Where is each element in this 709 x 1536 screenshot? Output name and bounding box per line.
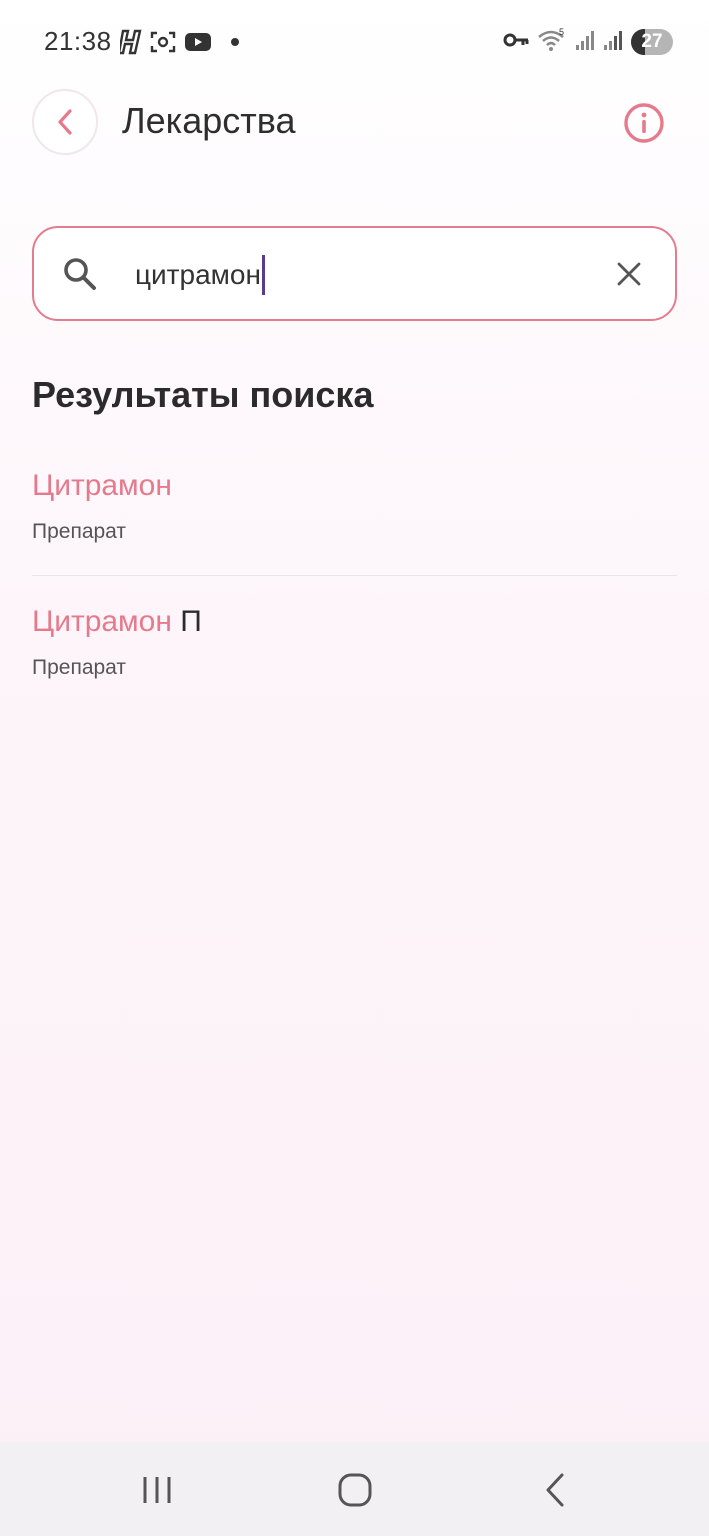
search-input-value: цитрамон — [135, 259, 261, 290]
battery-icon: 27 — [631, 29, 673, 55]
home-button[interactable] — [330, 1470, 380, 1510]
result-title-rest: П — [171, 605, 202, 638]
signal-icon — [575, 29, 595, 56]
search-field[interactable]: цитрамон — [32, 226, 677, 321]
result-subtitle: Препарат — [32, 520, 127, 543]
chevron-left-icon — [58, 109, 72, 135]
svg-text:5: 5 — [559, 27, 564, 37]
result-title: Цитрамон — [32, 466, 677, 506]
search-icon — [60, 254, 100, 294]
clear-search-button[interactable] — [611, 256, 647, 292]
wifi-icon: 5 — [537, 27, 567, 58]
list-item[interactable]: Цитрамон Препарат — [32, 466, 677, 576]
status-notification-icons — [120, 28, 240, 56]
search-input[interactable]: цитрамон — [135, 255, 265, 295]
text-caret — [261, 255, 265, 295]
results-heading: Результаты поиска — [32, 374, 374, 415]
home-icon — [338, 1473, 372, 1507]
youtube-icon — [184, 31, 212, 53]
info-icon — [624, 103, 664, 143]
result-title-match: Цитрамон — [32, 605, 172, 638]
h-app-icon — [120, 29, 142, 55]
status-system-icons: 5 27 — [503, 26, 673, 58]
status-bar: 21:38 5 27 — [0, 0, 709, 84]
system-back-button[interactable] — [530, 1470, 580, 1510]
result-title: Цитрамон П — [32, 602, 677, 642]
list-item[interactable]: Цитрамон П Препарат — [32, 602, 677, 702]
dot-icon — [230, 37, 240, 47]
page-title: Лекарства — [122, 100, 296, 141]
recent-apps-button[interactable] — [132, 1470, 182, 1510]
back-icon — [546, 1473, 564, 1507]
signal-icon — [603, 29, 623, 56]
recent-apps-icon — [143, 1477, 171, 1503]
result-title-match: Цитрамон — [32, 469, 172, 502]
battery-level: 27 — [641, 31, 663, 52]
status-time: 21:38 — [44, 26, 112, 56]
vpn-key-icon — [503, 31, 529, 54]
info-button[interactable] — [622, 101, 666, 145]
screenshot-icon — [150, 30, 176, 54]
system-nav-bar — [0, 1442, 709, 1536]
back-button[interactable] — [32, 89, 98, 155]
close-icon — [617, 262, 641, 286]
result-subtitle: Препарат — [32, 656, 127, 679]
